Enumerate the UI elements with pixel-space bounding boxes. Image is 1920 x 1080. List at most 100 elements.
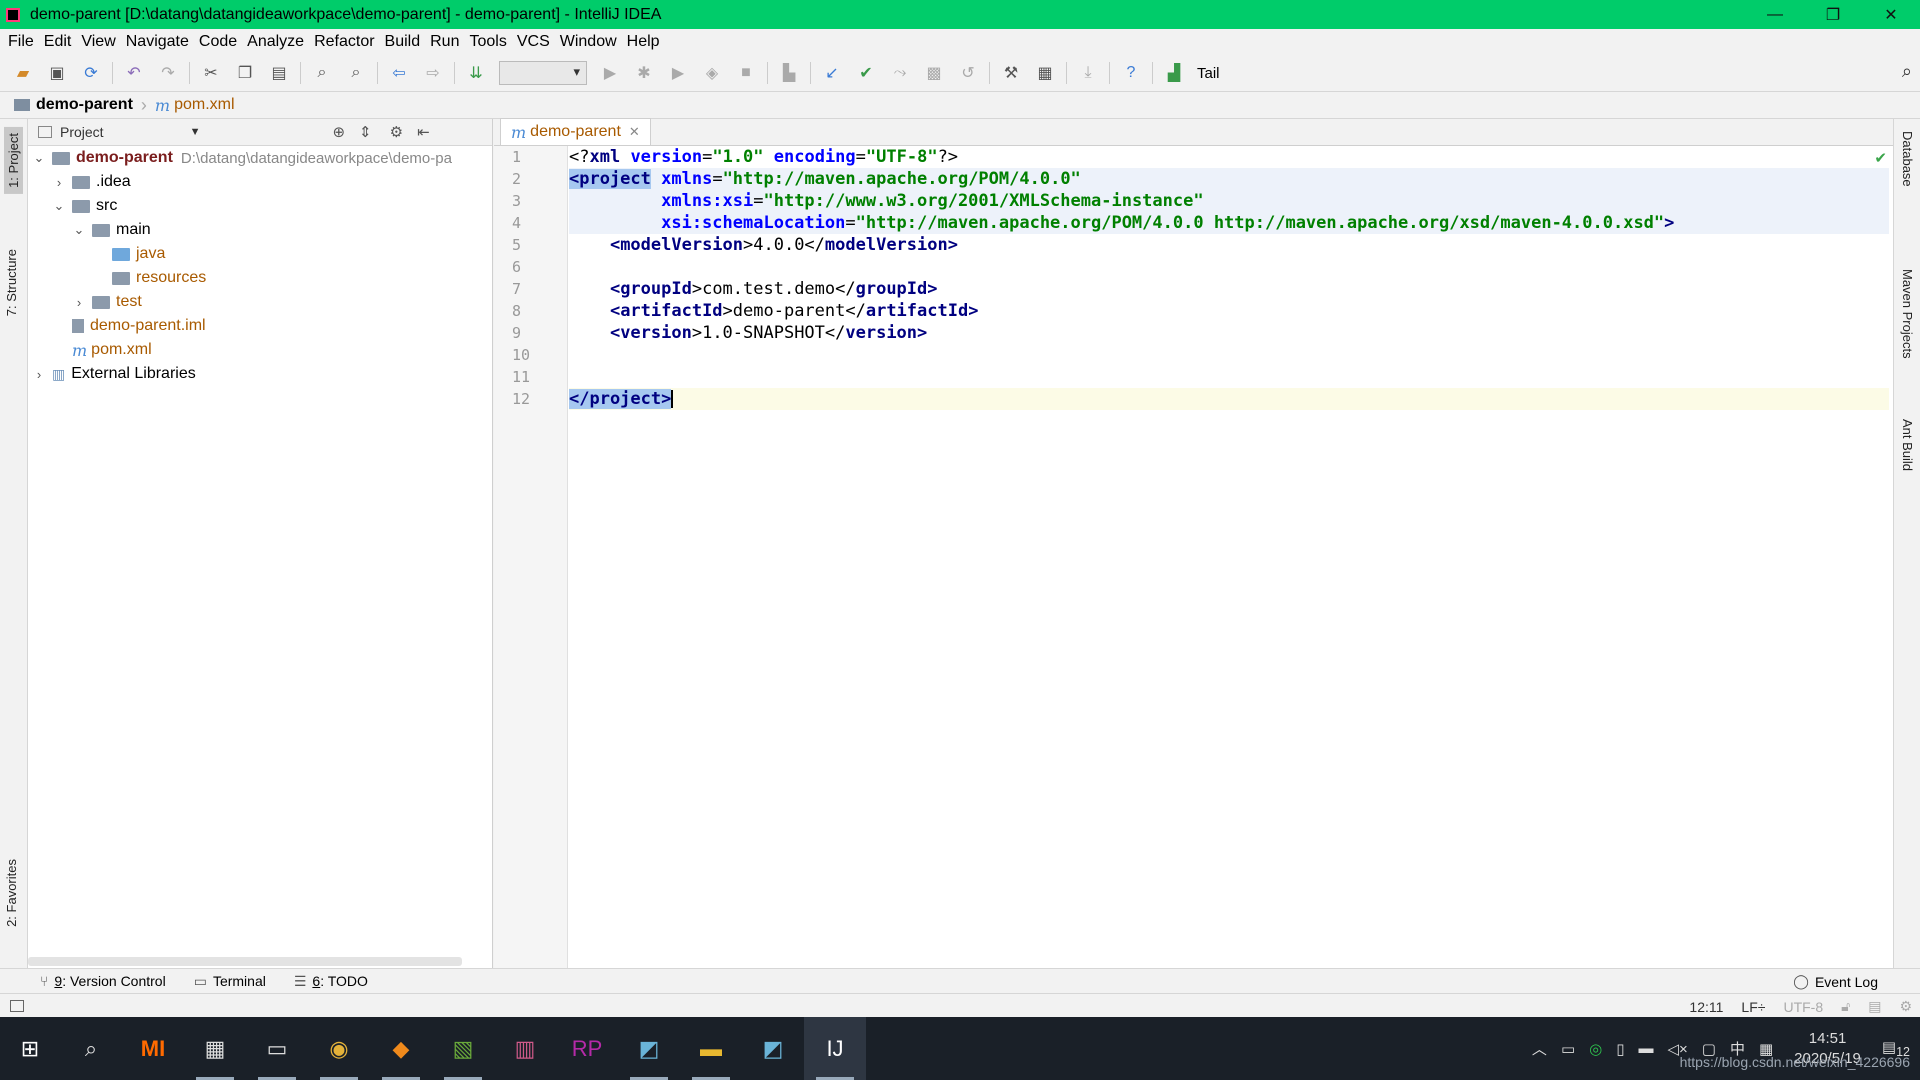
close-button[interactable]: ✕ [1862,0,1920,29]
menu-help[interactable]: Help [627,33,660,51]
winrar-icon[interactable]: ▥ [494,1017,556,1080]
tab-terminal[interactable]: ▭ Terminal [194,973,266,990]
project-view-selector[interactable]: Project [60,124,104,140]
vcs-commit-icon[interactable]: ✔ [854,61,878,85]
chevron-down-icon[interactable]: ⌄ [52,198,66,214]
profile-icon[interactable]: ◈ [700,61,724,85]
code-line[interactable] [569,366,1889,388]
search-icon[interactable]: ⌕ [60,1017,122,1080]
bookmark-icon[interactable]: ▙ [777,61,801,85]
tail-icon[interactable]: ▟ [1162,61,1186,85]
windows-start-icon[interactable]: ⊞ [0,1036,60,1062]
find-icon[interactable]: ⌕ [310,61,334,85]
code-line[interactable]: xmlns:xsi="http://www.w3.org/2001/XMLSch… [569,190,1889,212]
tab-todo[interactable]: ☰ 6: TODO [294,973,368,990]
restore-button[interactable]: ❐ [1804,0,1862,29]
tree-item-main[interactable]: ⌄ main [28,218,492,242]
redo-icon[interactable]: ↷ [156,61,180,85]
run-config-dropdown[interactable] [499,61,587,85]
code-line[interactable]: <?xml version="1.0" encoding="UTF-8"?> [569,146,1889,168]
tab-ant-build[interactable]: Ant Build [1900,419,1915,471]
code-line[interactable]: <artifactId>demo-parent</artifactId> [569,300,1889,322]
code-line[interactable]: <version>1.0-SNAPSHOT</version> [569,322,1889,344]
code-line[interactable]: <groupId>com.test.demo</groupId> [569,278,1889,300]
tree-item-external-libraries[interactable]: › ▥ External Libraries [28,362,492,386]
menu-code[interactable]: Code [199,33,237,51]
stop-icon[interactable]: ■ [734,61,758,85]
app-window-icon[interactable]: ◩ [618,1017,680,1080]
download-icon[interactable]: ⤓ [1076,61,1100,85]
tab-project[interactable]: 1: Project [4,127,23,194]
memory-icon[interactable]: ⚙ [1899,998,1912,1015]
menu-window[interactable]: Window [560,33,617,51]
chevron-right-icon[interactable]: › [52,175,66,190]
run-icon[interactable]: ▶ [598,61,622,85]
tab-version-control[interactable]: ⑂ 9: Version Control [40,973,166,989]
replace-icon[interactable]: ⌕ [344,61,368,85]
notepad-plus-icon[interactable]: ▧ [432,1017,494,1080]
caret-position[interactable]: 12:11 [1689,999,1723,1015]
help-icon[interactable]: ? [1119,61,1143,85]
network-icon[interactable]: ▭ [1561,1040,1575,1058]
tool-windows-toggle-icon[interactable] [10,999,24,1012]
settings-wrench-icon[interactable]: ⚒ [999,61,1023,85]
vcs-revert-icon[interactable]: ↺ [956,61,980,85]
menu-refactor[interactable]: Refactor [314,33,374,51]
collapse-all-icon[interactable]: ⇕ [359,123,372,141]
breadcrumb-file[interactable]: pom.xml [174,96,234,114]
code-line-current[interactable]: </project> [569,388,1889,410]
code-line[interactable]: <modelVersion>4.0.0</modelVersion> [569,234,1889,256]
usb-icon[interactable]: ▯ [1616,1040,1624,1058]
code-line[interactable] [569,344,1889,366]
tab-database[interactable]: Database [1900,131,1915,187]
menu-build[interactable]: Build [385,33,421,51]
tree-item-demo-parent[interactable]: ⌄ demo-parent D:\datang\datangideaworkpa… [28,146,492,170]
code-line[interactable]: xsi:schemaLocation="http://maven.apache.… [569,212,1889,234]
tab-favorites[interactable]: 2: Favorites [4,859,19,927]
code-line[interactable] [569,256,1889,278]
tab-structure[interactable]: 7: Structure [4,249,19,316]
chevron-down-icon[interactable]: ▼ [190,126,201,138]
battery-icon[interactable]: ▬ [1638,1040,1653,1057]
file-explorer-icon[interactable]: ▬ [680,1017,742,1080]
line-separator[interactable]: LF÷ [1741,999,1765,1015]
menu-tools[interactable]: Tools [469,33,506,51]
chevron-down-icon[interactable]: ⌄ [32,150,46,166]
tree-item-pom[interactable]: m pom.xml [28,338,492,362]
chevron-up-icon[interactable]: ︿ [1532,1038,1547,1059]
sublime-icon[interactable]: ◆ [370,1017,432,1080]
control-panel-icon[interactable]: ▦ [184,1017,246,1080]
lock-icon[interactable]: 🔓︎ [1841,998,1850,1015]
tree-item-idea[interactable]: › .idea [28,170,492,194]
tab-maven-projects[interactable]: Maven Projects [1900,269,1915,359]
tail-label[interactable]: Tail [1197,65,1220,82]
inspection-ok-icon[interactable]: ✔ [1874,149,1887,167]
save-all-icon[interactable]: ▣ [45,61,69,85]
back-icon[interactable]: ⇦ [387,61,411,85]
axure-rp-icon[interactable]: RP [556,1017,618,1080]
chevron-right-icon[interactable]: › [72,295,86,310]
undo-icon[interactable]: ↶ [122,61,146,85]
vcs-history-icon[interactable]: ▩ [922,61,946,85]
menu-file[interactable]: File [8,33,34,51]
open-folder-icon[interactable]: ▰ [11,61,35,85]
chevron-right-icon[interactable]: › [32,367,46,382]
close-tab-icon[interactable]: ✕ [629,124,640,140]
menu-analyze[interactable]: Analyze [247,33,304,51]
horizontal-scrollbar[interactable] [28,957,462,966]
run-coverage-icon[interactable]: ▶ [666,61,690,85]
gear-icon[interactable]: ⚙ [390,123,403,141]
chrome-icon[interactable]: ◉ [308,1017,370,1080]
tree-item-iml[interactable]: demo-parent.iml [28,314,492,338]
inspector-icon[interactable]: ▤ [1868,998,1881,1015]
file-encoding[interactable]: UTF-8 [1783,999,1823,1015]
menu-vcs[interactable]: VCS [517,33,550,51]
hide-panel-icon[interactable]: ⇤ [417,123,430,141]
project-structure-icon[interactable]: ▦ [1033,61,1057,85]
event-log-button[interactable]: ◯ Event Log [1793,973,1878,990]
menu-navigate[interactable]: Navigate [126,33,189,51]
menu-view[interactable]: View [81,33,115,51]
chevron-down-icon[interactable]: ⌄ [72,222,86,238]
tree-item-src[interactable]: ⌄ src [28,194,492,218]
sync-icon[interactable]: ⟳ [79,61,103,85]
